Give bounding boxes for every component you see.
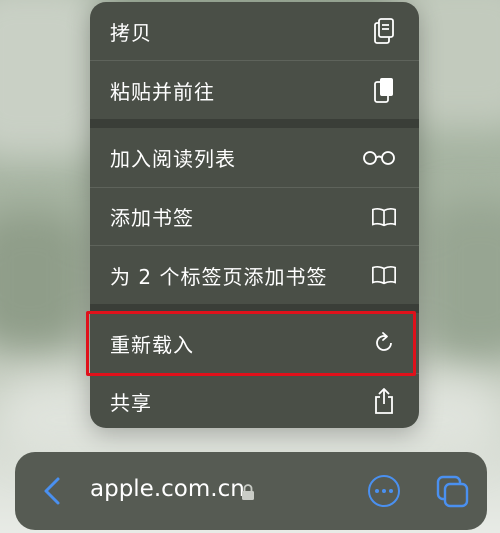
menu-item-bookmark-tabs[interactable]: 为 2 个标签页添加书签: [90, 246, 419, 304]
url-text[interactable]: apple.com.cn: [90, 476, 245, 502]
lock-icon: [241, 483, 255, 501]
book-icon: [371, 204, 397, 230]
share-icon: [371, 388, 397, 414]
book-icon: [371, 262, 397, 288]
menu-item-add-to-reading-list[interactable]: 加入阅读列表: [90, 128, 419, 187]
highlight-box-reload: [86, 311, 416, 376]
menu-item-paste-and-go[interactable]: 粘贴并前往: [90, 61, 419, 119]
menu-item-label: 拷贝: [110, 20, 152, 45]
more-options-icon[interactable]: [366, 473, 402, 509]
tabs-overview-icon[interactable]: [434, 473, 472, 511]
menu-item-label: 共享: [110, 390, 152, 415]
menu-item-share[interactable]: 共享: [90, 374, 419, 428]
copy-icon: [371, 18, 397, 44]
paste-icon: [371, 77, 397, 103]
reading-list-glasses-icon: [361, 145, 397, 171]
menu-item-copy[interactable]: 拷贝: [90, 2, 419, 60]
menu-item-add-bookmark[interactable]: 添加书签: [90, 188, 419, 245]
menu-item-label: 添加书签: [110, 206, 194, 230]
back-chevron-icon[interactable]: [40, 473, 64, 509]
menu-item-label: 为 2 个标签页添加书签: [110, 264, 328, 289]
menu-item-label: 加入阅读列表: [110, 147, 236, 171]
menu-item-label: 粘贴并前往: [110, 79, 215, 104]
